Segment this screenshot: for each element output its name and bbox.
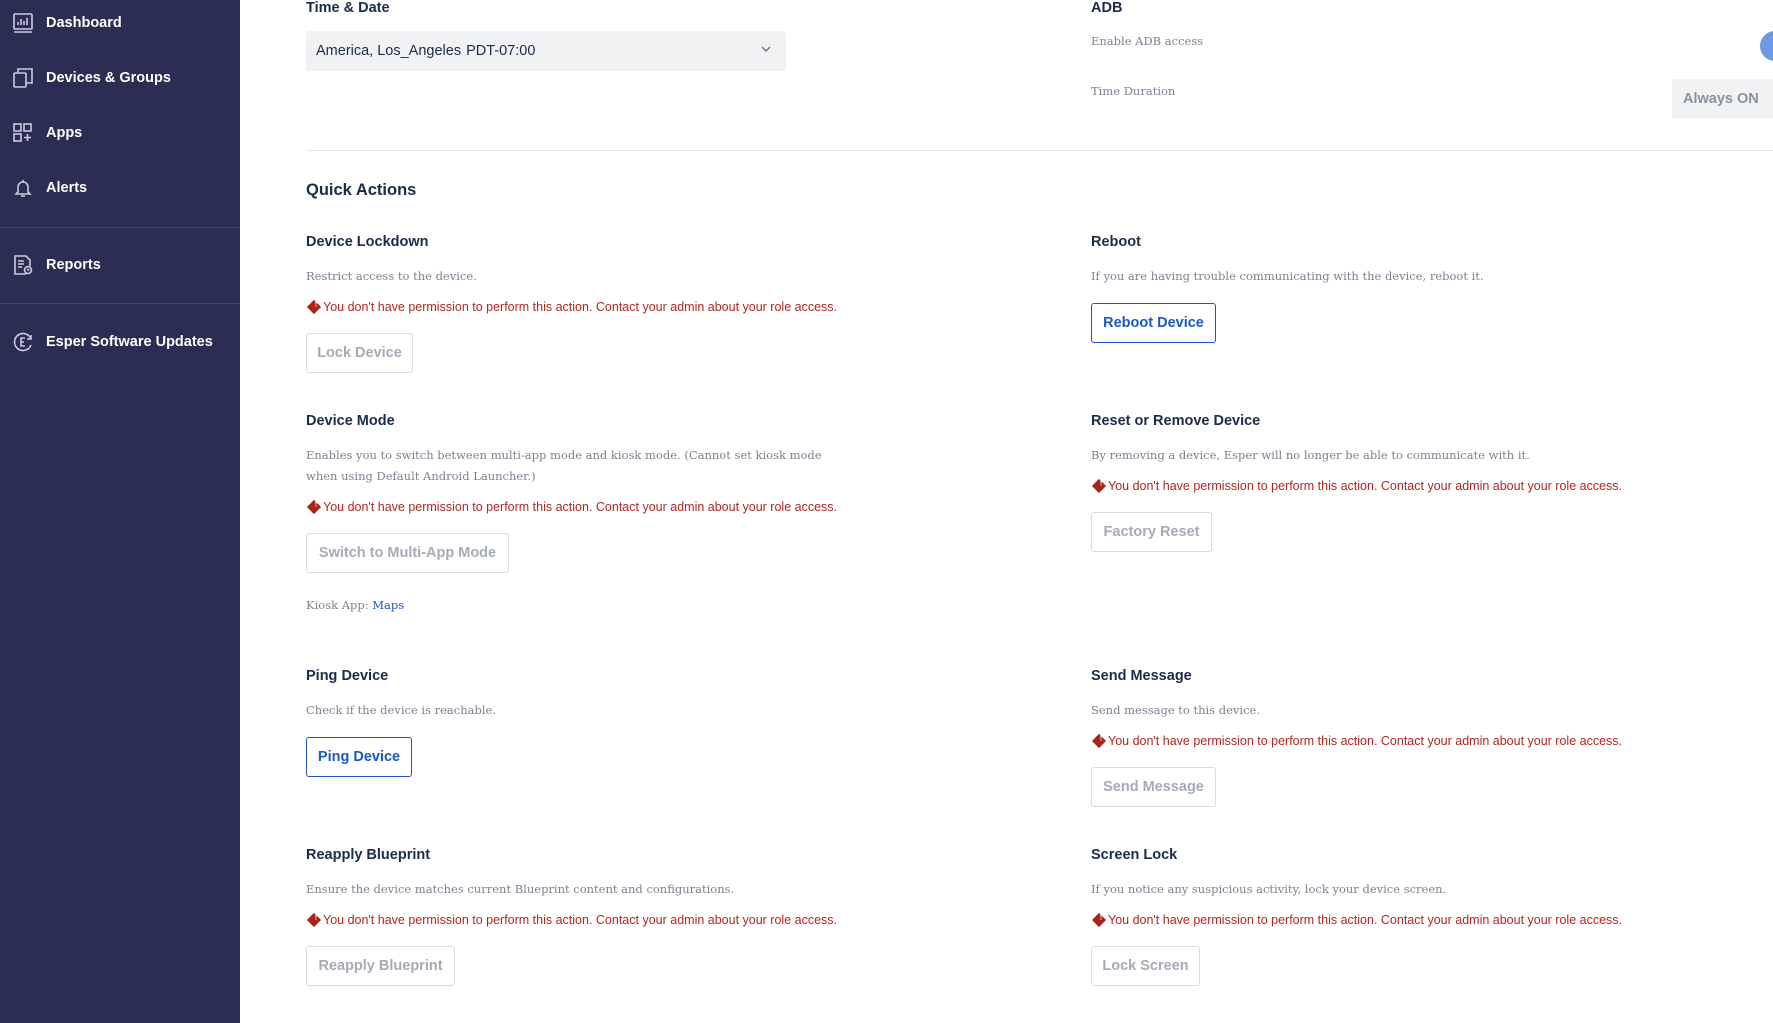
send-message-desc: Send message to this device. [1091, 703, 1261, 717]
main-content: Time & Date America, Los_Angeles PDT-07:… [240, 0, 1773, 1023]
permission-error-text: You don't have permission to perform thi… [1108, 734, 1623, 748]
devices-icon [12, 67, 34, 89]
kiosk-app-link[interactable]: Maps [372, 598, 404, 612]
warning-icon [306, 499, 322, 515]
permission-error: You don't have permission to perform thi… [306, 912, 838, 928]
sidebar-item-label: Reports [46, 257, 101, 273]
warning-icon [1091, 733, 1107, 749]
device-lockdown-title: Device Lockdown [306, 234, 429, 250]
reports-icon [12, 254, 34, 276]
reset-remove-title: Reset or Remove Device [1091, 413, 1261, 429]
sidebar-item-apps[interactable]: Apps [0, 111, 240, 155]
switch-multi-app-mode-button[interactable]: Switch to Multi-App Mode [306, 533, 509, 573]
reapply-blueprint-title: Reapply Blueprint [306, 847, 431, 863]
reapply-blueprint-button[interactable]: Reapply Blueprint [306, 946, 455, 986]
warning-icon [1091, 478, 1107, 494]
kiosk-app-label: Kiosk App: [306, 598, 373, 612]
dashboard-icon [12, 12, 34, 34]
sidebar-item-devices-groups[interactable]: Devices & Groups [0, 56, 240, 100]
adb-toggle[interactable] [1760, 31, 1773, 61]
sidebar-item-label: Devices & Groups [46, 70, 171, 86]
sidebar-divider [0, 227, 240, 228]
sidebar-item-alerts[interactable]: Alerts [0, 166, 240, 210]
sidebar-item-label: Apps [46, 125, 83, 141]
reboot-device-button[interactable]: Reboot Device [1091, 303, 1216, 343]
sidebar-item-esper-software-updates[interactable]: Esper Software Updates [0, 320, 240, 364]
factory-reset-button[interactable]: Factory Reset [1091, 512, 1212, 552]
ping-device-title: Ping Device [306, 668, 389, 684]
sidebar-item-label: Esper Software Updates [46, 334, 213, 350]
permission-error: You don't have permission to perform thi… [1091, 478, 1623, 494]
section-divider [306, 150, 1773, 151]
sidebar-item-label: Dashboard [46, 15, 122, 31]
permission-error: You don't have permission to perform thi… [306, 299, 838, 315]
bell-icon [12, 177, 34, 199]
permission-error-text: You don't have permission to perform thi… [323, 913, 838, 927]
reboot-title: Reboot [1091, 234, 1141, 250]
adb-enable-label: Enable ADB access [1091, 34, 1204, 48]
send-message-title: Send Message [1091, 668, 1192, 684]
quick-actions-title: Quick Actions [306, 181, 417, 199]
timezone-value: America, Los_Angeles [316, 43, 462, 59]
device-mode-desc-line2: when using Default Android Launcher.) [306, 469, 536, 483]
permission-error-text: You don't have permission to perform thi… [323, 300, 838, 314]
adb-duration-select[interactable]: Always ON [1672, 79, 1773, 118]
adb-title: ADB [1091, 0, 1123, 16]
adb-duration-label: Time Duration [1091, 84, 1176, 98]
reapply-blueprint-desc: Ensure the device matches current Bluepr… [306, 882, 735, 896]
reset-remove-desc: By removing a device, Esper will no long… [1091, 448, 1530, 462]
timezone-select[interactable]: America, Los_Angeles PDT-07:00 [306, 31, 786, 71]
ping-device-button[interactable]: Ping Device [306, 737, 412, 777]
permission-error-text: You don't have permission to perform thi… [323, 500, 838, 514]
kiosk-app-row: Kiosk App: Maps [306, 598, 404, 612]
warning-icon [306, 912, 322, 928]
warning-icon [306, 299, 322, 315]
device-lockdown-desc: Restrict access to the device. [306, 269, 477, 283]
device-mode-title: Device Mode [306, 413, 395, 429]
permission-error-text: You don't have permission to perform thi… [1108, 913, 1623, 927]
device-mode-desc-line1: Enables you to switch between multi-app … [306, 448, 822, 462]
lock-screen-button[interactable]: Lock Screen [1091, 946, 1200, 986]
sidebar-item-dashboard[interactable]: Dashboard [0, 1, 240, 45]
apps-icon [12, 122, 34, 144]
permission-error: You don't have permission to perform thi… [1091, 733, 1623, 749]
ping-device-desc: Check if the device is reachable. [306, 703, 496, 717]
sidebar-divider [0, 303, 240, 304]
reboot-desc: If you are having trouble communicating … [1091, 269, 1484, 283]
sidebar-item-reports[interactable]: Reports [0, 243, 240, 287]
sidebar: Dashboard Devices & Groups Apps Alerts R… [0, 0, 240, 1023]
lock-device-button[interactable]: Lock Device [306, 333, 413, 373]
permission-error-text: You don't have permission to perform thi… [1108, 479, 1623, 493]
screen-lock-title: Screen Lock [1091, 847, 1178, 863]
time-date-title: Time & Date [306, 0, 390, 16]
sidebar-item-label: Alerts [46, 180, 88, 196]
permission-error: You don't have permission to perform thi… [306, 499, 838, 515]
esper-updates-icon [12, 331, 34, 353]
chevron-down-icon [760, 43, 772, 55]
screen-lock-desc: If you notice any suspicious activity, l… [1091, 882, 1447, 896]
permission-error: You don't have permission to perform thi… [1091, 912, 1623, 928]
warning-icon [1091, 912, 1107, 928]
send-message-button[interactable]: Send Message [1091, 767, 1216, 807]
timezone-offset: PDT-07:00 [466, 43, 536, 59]
